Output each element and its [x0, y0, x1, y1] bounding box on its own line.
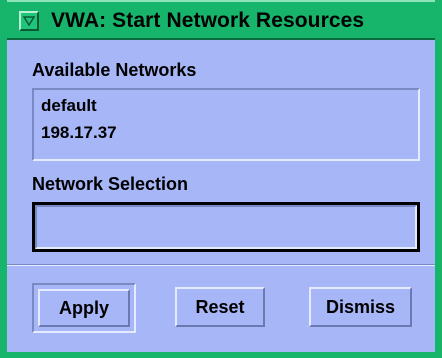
button-separator: [7, 264, 435, 266]
apply-button[interactable]: Apply: [38, 289, 130, 327]
window-border-bottom[interactable]: [0, 352, 442, 358]
reset-button[interactable]: Reset: [175, 287, 265, 327]
window-border-left[interactable]: [0, 0, 7, 358]
default-button-frame: Apply: [32, 283, 136, 333]
window-menu-icon: [23, 16, 35, 26]
window-border-right[interactable]: [435, 0, 442, 358]
list-item[interactable]: 198.17.37: [41, 123, 117, 143]
available-networks-list[interactable]: default 198.17.37: [32, 88, 420, 161]
window-frame: VWA: Start Network Resources Available N…: [0, 0, 442, 358]
title-bar[interactable]: VWA: Start Network Resources: [7, 0, 435, 40]
window-title: VWA: Start Network Resources: [51, 9, 365, 32]
dismiss-button[interactable]: Dismiss: [309, 287, 412, 327]
network-selection-field: [32, 202, 420, 252]
available-networks-label: Available Networks: [32, 60, 197, 80]
list-item[interactable]: default: [41, 96, 97, 116]
network-selection-label: Network Selection: [32, 174, 189, 194]
network-selection-input[interactable]: [35, 205, 417, 249]
dialog-body: Available Networks default 198.17.37 Net…: [7, 40, 435, 352]
window-menu-button[interactable]: [19, 11, 39, 31]
